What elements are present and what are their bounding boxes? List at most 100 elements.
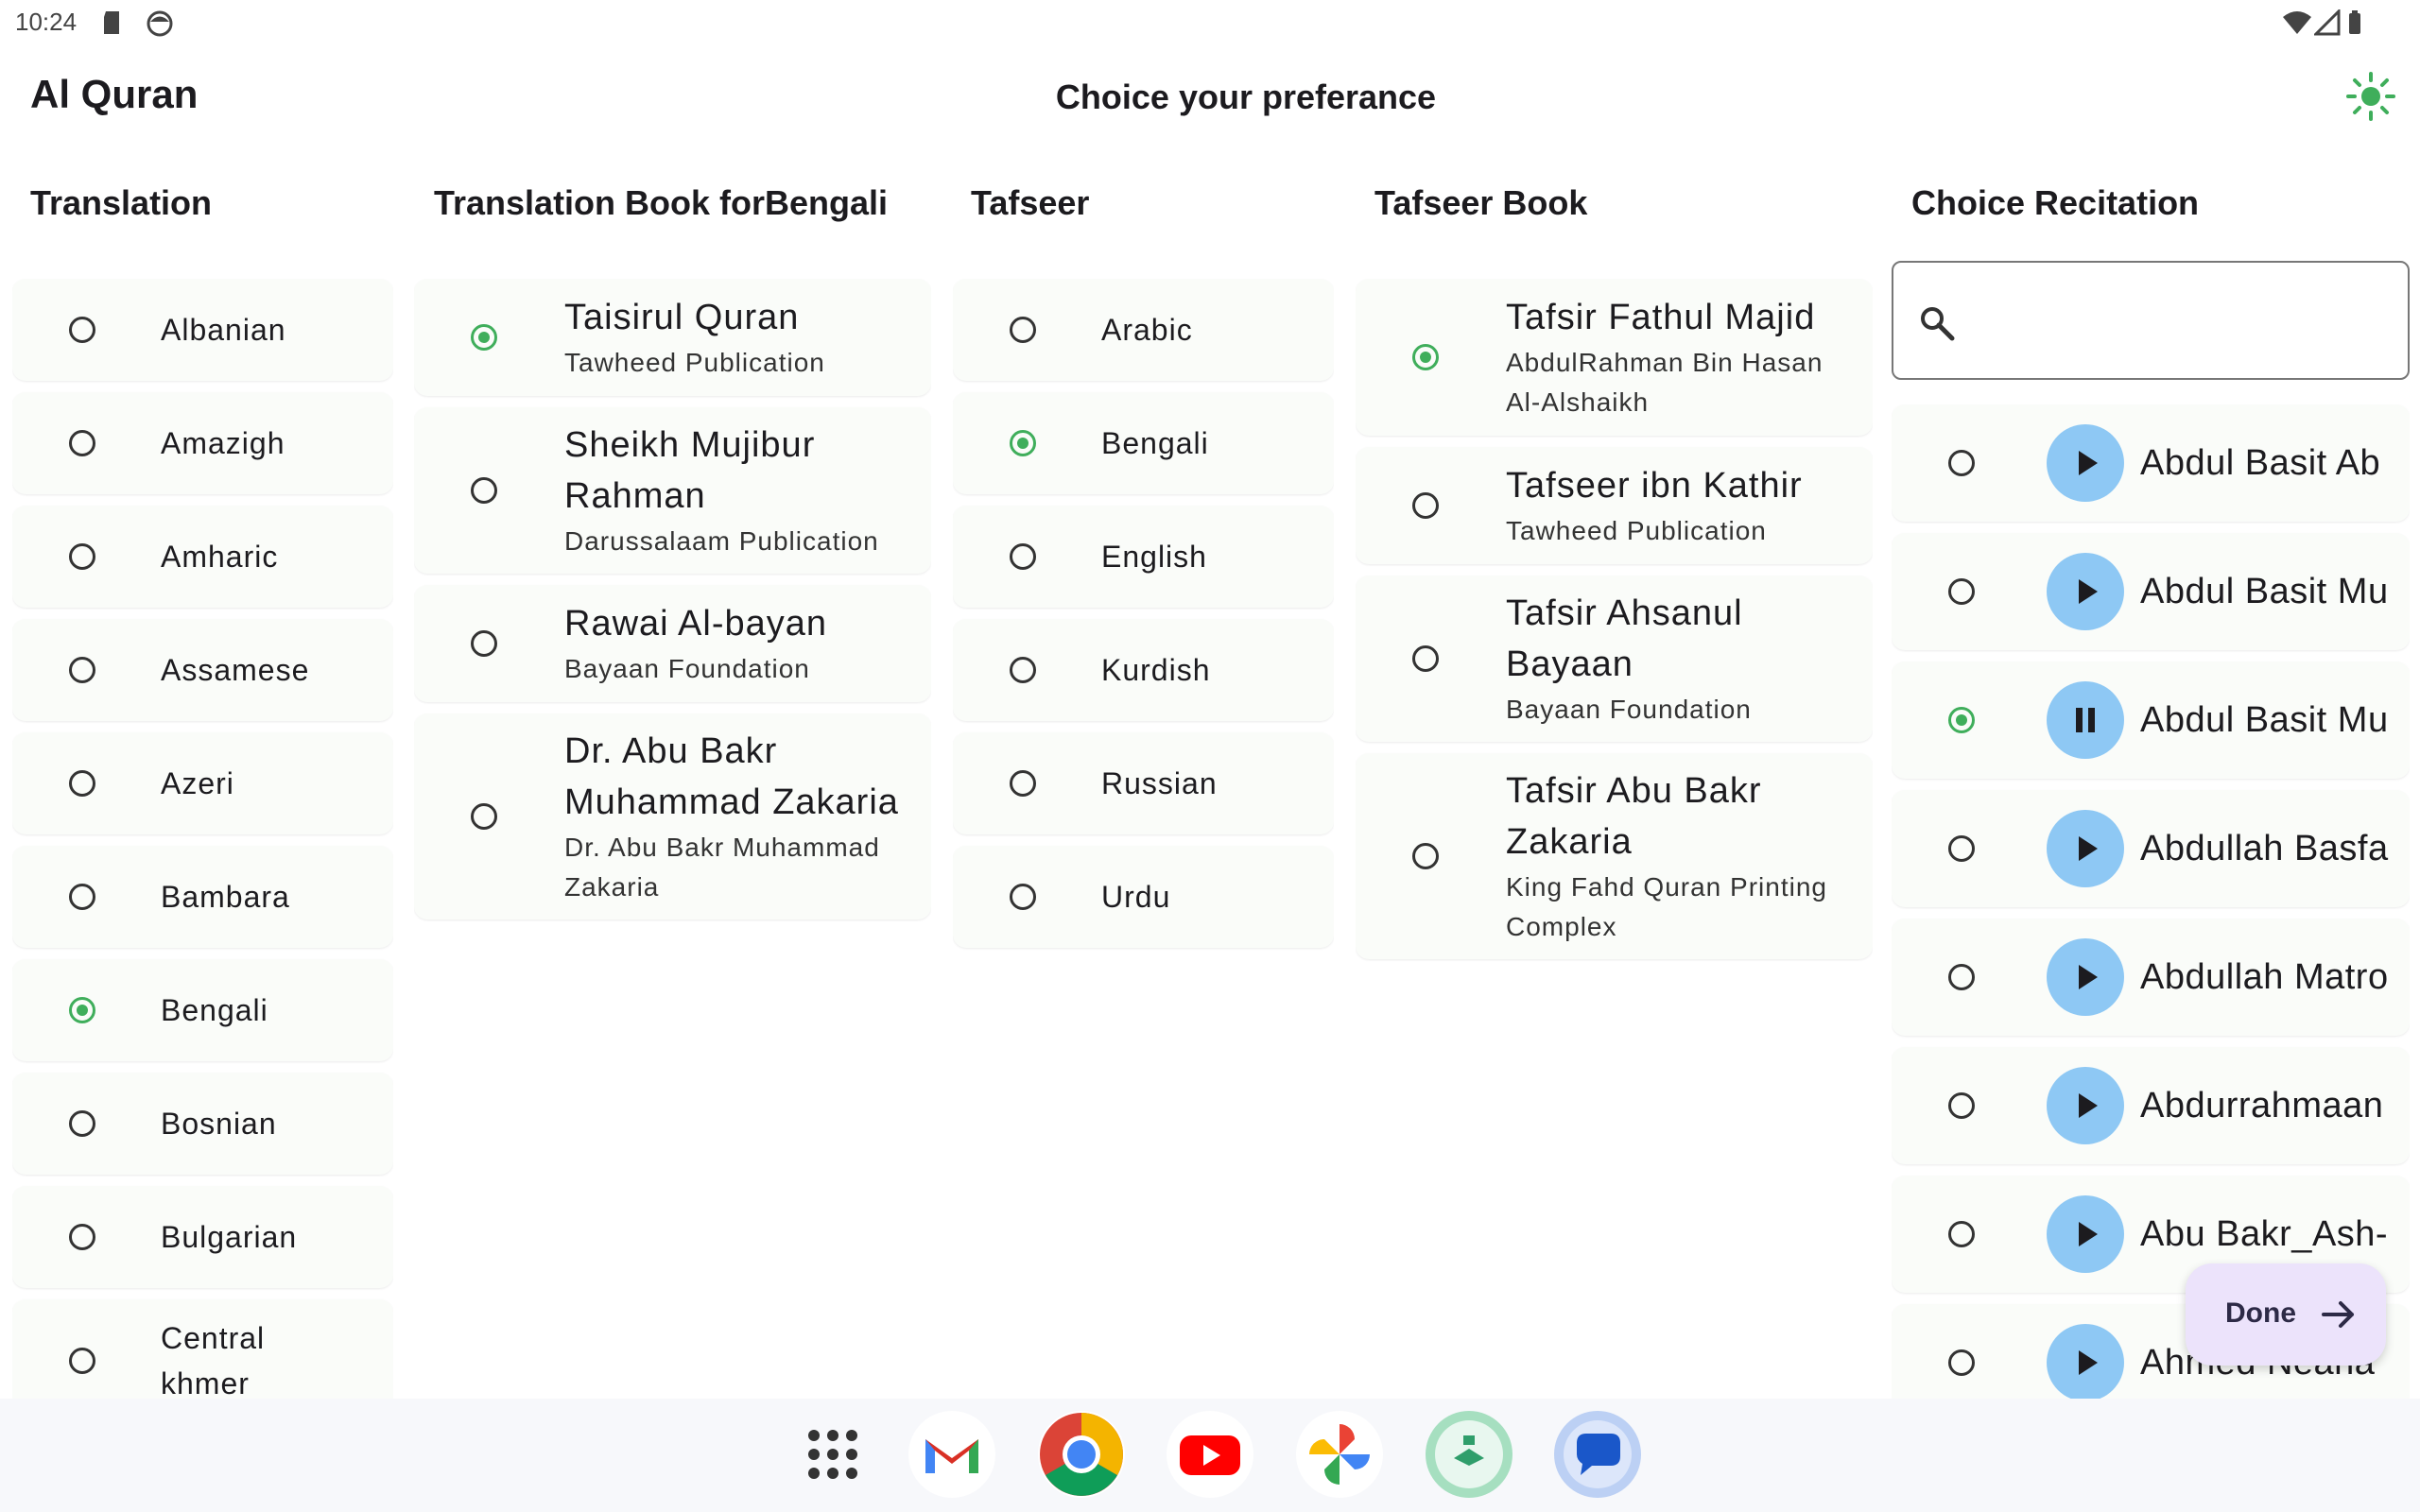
page-title: Choice your preferance	[1055, 77, 1437, 116]
translation-item-albanian[interactable]: Albanian	[12, 279, 393, 381]
recitation-search-input[interactable]	[1892, 261, 2410, 380]
youtube-icon[interactable]	[1167, 1411, 1253, 1498]
pause-button[interactable]	[2047, 681, 2124, 759]
tafseer-item-kurdish[interactable]: Kurdish	[953, 619, 1334, 721]
tafseer-book-item[interactable]: Tafsir Fathul Majid AbdulRahman Bin Hasa…	[1356, 279, 1873, 436]
radio-button[interactable]	[1412, 843, 1439, 869]
tafseer-book-item[interactable]: Tafseer ibn Kathir Tawheed Publication	[1356, 447, 1873, 564]
radio-button[interactable]	[471, 477, 497, 504]
language-label: Amazigh	[161, 425, 285, 460]
radio-button[interactable]	[1010, 884, 1036, 910]
reciter-item[interactable]: Abdullah Basfa	[1892, 790, 2410, 907]
tafseer-book-heading: Tafseer Book	[1374, 183, 1588, 222]
radio-button[interactable]	[1948, 1349, 1975, 1376]
radio-button[interactable]	[1010, 543, 1036, 570]
translation-item-bambara[interactable]: Bambara	[12, 846, 393, 948]
play-button[interactable]	[2047, 1195, 2124, 1273]
radio-button[interactable]	[1948, 1092, 1975, 1119]
messages-icon[interactable]	[1554, 1411, 1641, 1498]
translation-item-bengali[interactable]: Bengali	[12, 959, 393, 1061]
radio-button-selected[interactable]	[471, 324, 497, 351]
reciter-item[interactable]: Abdul Basit Ab	[1892, 404, 2410, 522]
tafseer-item-urdu[interactable]: Urdu	[953, 846, 1334, 948]
play-icon	[2079, 965, 2098, 989]
radio-button[interactable]	[1010, 770, 1036, 797]
search-icon	[1921, 307, 1955, 341]
radio-button[interactable]	[1412, 645, 1439, 672]
play-button[interactable]	[2047, 938, 2124, 1016]
radio-button[interactable]	[471, 803, 497, 830]
reciter-item[interactable]: Abdul Basit Mu	[1892, 662, 2410, 779]
radio-button[interactable]	[1948, 964, 1975, 990]
play-icon	[2079, 1222, 2098, 1246]
translation-item-amharic[interactable]: Amharic	[12, 506, 393, 608]
radio-button-selected[interactable]	[1010, 430, 1036, 456]
book-publisher: Tawheed Publication	[564, 348, 825, 377]
book-title: Taisirul Quran	[564, 298, 800, 337]
radio-button[interactable]	[471, 630, 497, 657]
radio-button[interactable]	[69, 317, 95, 343]
play-button[interactable]	[2047, 553, 2124, 630]
theme-toggle-sun-icon[interactable]	[2344, 70, 2397, 123]
play-button[interactable]	[2047, 424, 2124, 502]
tafseer-item-arabic[interactable]: Arabic	[953, 279, 1334, 381]
radio-button[interactable]	[69, 543, 95, 570]
done-button[interactable]: Done	[2186, 1263, 2386, 1366]
radio-button[interactable]	[69, 1348, 95, 1374]
radio-button[interactable]	[1948, 578, 1975, 605]
play-button[interactable]	[2047, 1324, 2124, 1399]
radio-button[interactable]	[69, 657, 95, 683]
battery-icon	[2349, 10, 2360, 34]
radio-button[interactable]	[1412, 492, 1439, 519]
radio-button[interactable]	[1948, 1221, 1975, 1247]
translation-item-assamese[interactable]: Assamese	[12, 619, 393, 721]
play-icon	[2079, 451, 2098, 475]
radio-button[interactable]	[69, 1110, 95, 1137]
app-drawer-icon[interactable]	[806, 1428, 859, 1481]
radio-button-selected[interactable]	[69, 997, 95, 1023]
photos-icon[interactable]	[1296, 1411, 1383, 1498]
play-button[interactable]	[2047, 1067, 2124, 1144]
tafseer-item-english[interactable]: English	[953, 506, 1334, 608]
radio-button[interactable]	[1010, 317, 1036, 343]
play-button[interactable]	[2047, 810, 2124, 887]
radio-button-selected[interactable]	[1948, 707, 1975, 733]
book-publisher: Dr. Abu Bakr Muhammad	[564, 833, 880, 862]
radio-button[interactable]	[69, 1224, 95, 1250]
radio-button[interactable]	[69, 430, 95, 456]
book-publisher: Zakaria	[564, 872, 660, 902]
reciter-item[interactable]: Abdullah Matro	[1892, 919, 2410, 1036]
chrome-icon[interactable]	[1038, 1411, 1125, 1498]
translation-item-central-khmer[interactable]: Central khmer	[12, 1299, 393, 1399]
tafseer-book-item[interactable]: Tafsir Ahsanul Bayaan Bayaan Foundation	[1356, 576, 1873, 742]
tafseer-book-item[interactable]: Tafsir Abu Bakr Zakaria King Fahd Quran …	[1356, 753, 1873, 959]
reciter-item[interactable]: Abdurrahmaan	[1892, 1047, 2410, 1164]
al-quran-app-icon[interactable]	[1426, 1411, 1512, 1498]
radio-button[interactable]	[1948, 835, 1975, 862]
book-title: Muhammad Zakaria	[564, 782, 899, 822]
translation-book-item[interactable]: Rawai Al-bayan Bayaan Foundation	[414, 585, 931, 702]
tafseer-item-russian[interactable]: Russian	[953, 732, 1334, 834]
arrow-forward-icon	[2322, 1301, 2354, 1328]
book-title: Zakaria	[1506, 822, 1633, 862]
translation-book-item[interactable]: Taisirul Quran Tawheed Publication	[414, 279, 931, 396]
radio-button[interactable]	[69, 770, 95, 797]
translation-book-item[interactable]: Sheikh Mujibur Rahman Darussalaam Public…	[414, 407, 931, 574]
radio-button[interactable]	[1948, 450, 1975, 476]
radio-button[interactable]	[69, 884, 95, 910]
translation-item-bulgarian[interactable]: Bulgarian	[12, 1186, 393, 1288]
translation-item-bosnian[interactable]: Bosnian	[12, 1073, 393, 1175]
tafseer-item-bengali[interactable]: Bengali	[953, 392, 1334, 494]
radio-button-selected[interactable]	[1412, 344, 1439, 370]
gmail-icon[interactable]	[908, 1411, 995, 1498]
book-publisher: Al-Alshaikh	[1506, 387, 1650, 417]
translation-item-azeri[interactable]: Azeri	[12, 732, 393, 834]
sd-card-icon	[104, 11, 119, 34]
translation-book-item[interactable]: Dr. Abu Bakr Muhammad Zakaria Dr. Abu Ba…	[414, 713, 931, 919]
play-icon	[2079, 1093, 2098, 1118]
play-icon	[2079, 1350, 2098, 1375]
translation-item-amazigh[interactable]: Amazigh	[12, 392, 393, 494]
reciter-item[interactable]: Abdul Basit Mu	[1892, 533, 2410, 650]
book-title: Tafsir Ahsanul	[1506, 593, 1743, 633]
radio-button[interactable]	[1010, 657, 1036, 683]
